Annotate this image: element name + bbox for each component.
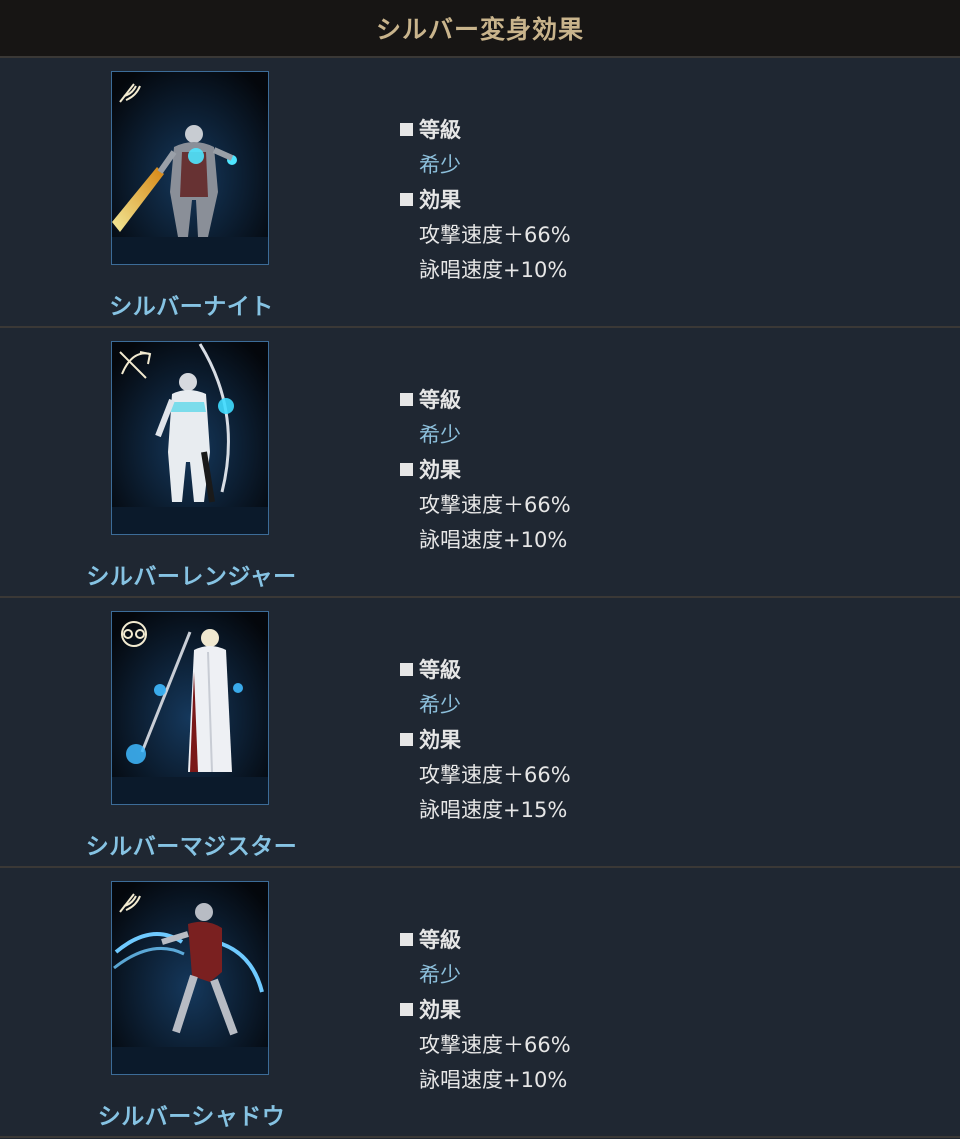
form-info: 等級 希少 効果 攻撃速度＋66% 詠唱速度+15% — [400, 653, 571, 828]
form-info: 等級 希少 効果 攻撃速度＋66% 詠唱速度+10% — [400, 113, 571, 288]
effect-label: 効果 — [400, 183, 571, 218]
page-title: シルバー変身効果 — [0, 0, 960, 58]
effect-cast-speed: 詠唱速度+10% — [419, 1068, 568, 1092]
grade-value: 希少 — [419, 963, 461, 987]
effect-label: 効果 — [400, 993, 571, 1028]
form-name: シルバーレンジャー — [86, 564, 297, 590]
effect-label: 効果 — [400, 723, 571, 758]
form-info: 等級 希少 効果 攻撃速度＋66% 詠唱速度+10% — [400, 923, 571, 1098]
bullet-square-icon — [400, 733, 413, 746]
bullet-square-icon — [400, 463, 413, 476]
portrait-image — [111, 611, 269, 805]
bullet-square-icon — [400, 1003, 413, 1016]
grade-label: 等級 — [400, 383, 571, 418]
effect-attack-speed: 攻撃速度＋66% — [419, 1033, 571, 1057]
grade-value: 希少 — [419, 423, 461, 447]
effect-cast-speed: 詠唱速度+10% — [419, 528, 568, 552]
grade-value: 希少 — [419, 153, 461, 177]
portrait-image — [111, 71, 269, 265]
form-info: 等級 希少 効果 攻撃速度＋66% 詠唱速度+10% — [400, 383, 571, 558]
effect-cast-speed: 詠唱速度+10% — [419, 258, 568, 282]
effect-attack-speed: 攻撃速度＋66% — [419, 493, 571, 517]
bullet-square-icon — [400, 193, 413, 206]
transform-row-magister: シルバーマジスター 等級 希少 効果 攻撃速度＋66% 詠唱速度+15% — [0, 598, 960, 868]
effect-cast-speed: 詠唱速度+15% — [419, 798, 568, 822]
form-name: シルバーマジスター — [85, 834, 298, 860]
transform-row-knight: シルバーナイト 等級 希少 効果 攻撃速度＋66% 詠唱速度+10% — [0, 58, 960, 328]
bullet-square-icon — [400, 123, 413, 136]
bullet-square-icon — [400, 393, 413, 406]
grade-value: 希少 — [419, 693, 461, 717]
form-name: シルバーシャドウ — [97, 1104, 286, 1130]
bullet-square-icon — [400, 663, 413, 676]
effect-label: 効果 — [400, 453, 571, 488]
grade-label: 等級 — [400, 113, 571, 148]
page-title-text: シルバー変身効果 — [375, 15, 584, 44]
effect-attack-speed: 攻撃速度＋66% — [419, 223, 571, 247]
portrait-image — [111, 341, 269, 535]
portrait-image — [111, 881, 269, 1075]
form-name: シルバーナイト — [109, 294, 274, 320]
grade-label: 等級 — [400, 653, 571, 688]
effect-attack-speed: 攻撃速度＋66% — [419, 763, 571, 787]
transform-row-ranger: シルバーレンジャー 等級 希少 効果 攻撃速度＋66% 詠唱速度+10% — [0, 328, 960, 598]
bullet-square-icon — [400, 933, 413, 946]
grade-label: 等級 — [400, 923, 571, 958]
transform-row-shadow: シルバーシャドウ 等級 希少 効果 攻撃速度＋66% 詠唱速度+10% — [0, 868, 960, 1138]
